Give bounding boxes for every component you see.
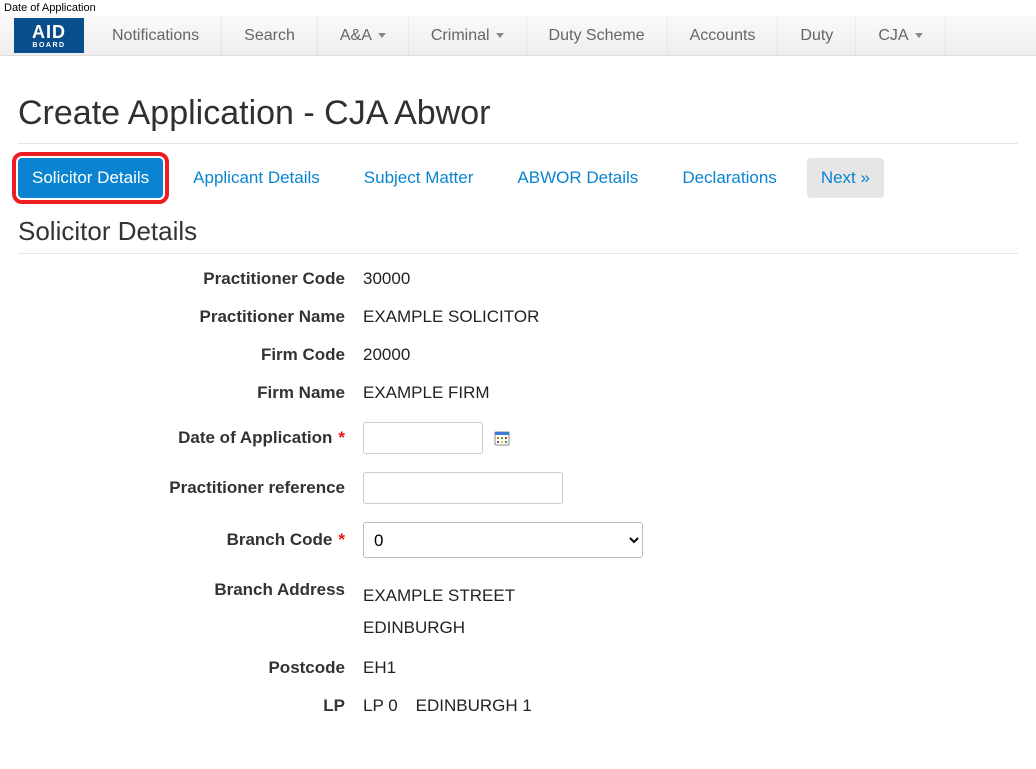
value-firm-code: 20000 [363, 345, 410, 365]
nav-search[interactable]: Search [222, 16, 318, 55]
row-postcode: Postcode EH1 [18, 653, 1018, 683]
chevron-down-icon [496, 33, 504, 38]
nav-items: Notifications Search A&A Criminal Duty S… [90, 16, 1036, 55]
nav-accounts[interactable]: Accounts [668, 16, 779, 55]
page-body: Create Application - CJA Abwor Solicitor… [0, 56, 1036, 769]
row-practitioner-reference: Practitioner reference [18, 472, 1018, 504]
nav-label: Search [244, 27, 295, 45]
nav-label: A&A [340, 27, 372, 45]
nav-label: Duty Scheme [549, 27, 645, 45]
nav-duty[interactable]: Duty [778, 16, 856, 55]
label-firm-code: Firm Code [18, 345, 363, 365]
nav-label: CJA [878, 27, 908, 45]
value-lp: LP 0 EDINBURGH 1 [363, 696, 532, 716]
value-postcode: EH1 [363, 658, 396, 678]
lp-code: LP 0 [363, 696, 398, 716]
label-lp: LP [18, 696, 363, 716]
chevron-down-icon [915, 33, 923, 38]
practitioner-reference-input[interactable] [363, 472, 563, 504]
logo-sub: BOARD [32, 42, 65, 49]
nav-label: Criminal [431, 27, 490, 45]
step-tabs: Solicitor Details Applicant Details Subj… [18, 158, 1018, 198]
row-lp: LP LP 0 EDINBURGH 1 [18, 691, 1018, 721]
value-date-of-application [363, 422, 510, 454]
top-mini-label: Date of Application [0, 0, 1036, 16]
nav-label: Notifications [112, 27, 199, 45]
branch-address-line1: EXAMPLE STREET [363, 580, 515, 612]
nav-duty-scheme[interactable]: Duty Scheme [527, 16, 668, 55]
row-date-of-application: Date of Application * [18, 422, 1018, 454]
label-text: Date of Application [178, 428, 332, 447]
logo-main: AID [32, 23, 66, 41]
chevron-down-icon [378, 33, 386, 38]
nav-aa[interactable]: A&A [318, 16, 409, 55]
label-date-of-application: Date of Application * [18, 428, 363, 448]
lp-area: EDINBURGH 1 [416, 696, 532, 716]
row-practitioner-code: Practitioner Code 30000 [18, 264, 1018, 294]
branch-address-line2: EDINBURGH [363, 612, 515, 644]
value-firm-name: EXAMPLE FIRM [363, 383, 490, 403]
label-postcode: Postcode [18, 658, 363, 678]
value-practitioner-code: 30000 [363, 269, 410, 289]
branch-code-select[interactable]: 0 [363, 522, 643, 558]
nav-notifications[interactable]: Notifications [90, 16, 222, 55]
next-button[interactable]: Next » [807, 158, 884, 198]
row-firm-code: Firm Code 20000 [18, 340, 1018, 370]
page-title: Create Application - CJA Abwor [18, 94, 1018, 144]
row-branch-code: Branch Code * 0 [18, 522, 1018, 558]
label-firm-name: Firm Name [18, 383, 363, 403]
required-marker: * [338, 530, 345, 549]
value-branch-code: 0 [363, 522, 643, 558]
row-firm-name: Firm Name EXAMPLE FIRM [18, 378, 1018, 408]
label-branch-address: Branch Address [18, 580, 363, 600]
solicitor-details-form: Practitioner Code 30000 Practitioner Nam… [18, 264, 1018, 721]
nav-criminal[interactable]: Criminal [409, 16, 527, 55]
tab-declarations[interactable]: Declarations [668, 158, 791, 198]
tab-abwor-details[interactable]: ABWOR Details [503, 158, 652, 198]
calendar-icon[interactable] [494, 430, 510, 446]
tab-solicitor-details[interactable]: Solicitor Details [18, 158, 163, 198]
label-practitioner-name: Practitioner Name [18, 307, 363, 327]
label-practitioner-reference: Practitioner reference [18, 478, 363, 498]
label-text: Branch Code [227, 530, 333, 549]
row-branch-address: Branch Address EXAMPLE STREET EDINBURGH [18, 580, 1018, 645]
nav-label: Duty [800, 27, 833, 45]
section-title: Solicitor Details [18, 216, 1018, 254]
brand-logo[interactable]: AID BOARD [14, 18, 84, 53]
nav-cja[interactable]: CJA [856, 16, 945, 55]
row-practitioner-name: Practitioner Name EXAMPLE SOLICITOR [18, 302, 1018, 332]
label-practitioner-code: Practitioner Code [18, 269, 363, 289]
nav-label: Accounts [690, 27, 756, 45]
value-practitioner-reference [363, 472, 563, 504]
value-practitioner-name: EXAMPLE SOLICITOR [363, 307, 539, 327]
value-branch-address: EXAMPLE STREET EDINBURGH [363, 580, 515, 645]
tab-subject-matter[interactable]: Subject Matter [350, 158, 488, 198]
tab-applicant-details[interactable]: Applicant Details [179, 158, 334, 198]
required-marker: * [338, 428, 345, 447]
date-of-application-input[interactable] [363, 422, 483, 454]
label-branch-code: Branch Code * [18, 530, 363, 550]
top-navbar: AID BOARD Notifications Search A&A Crimi… [0, 16, 1036, 56]
